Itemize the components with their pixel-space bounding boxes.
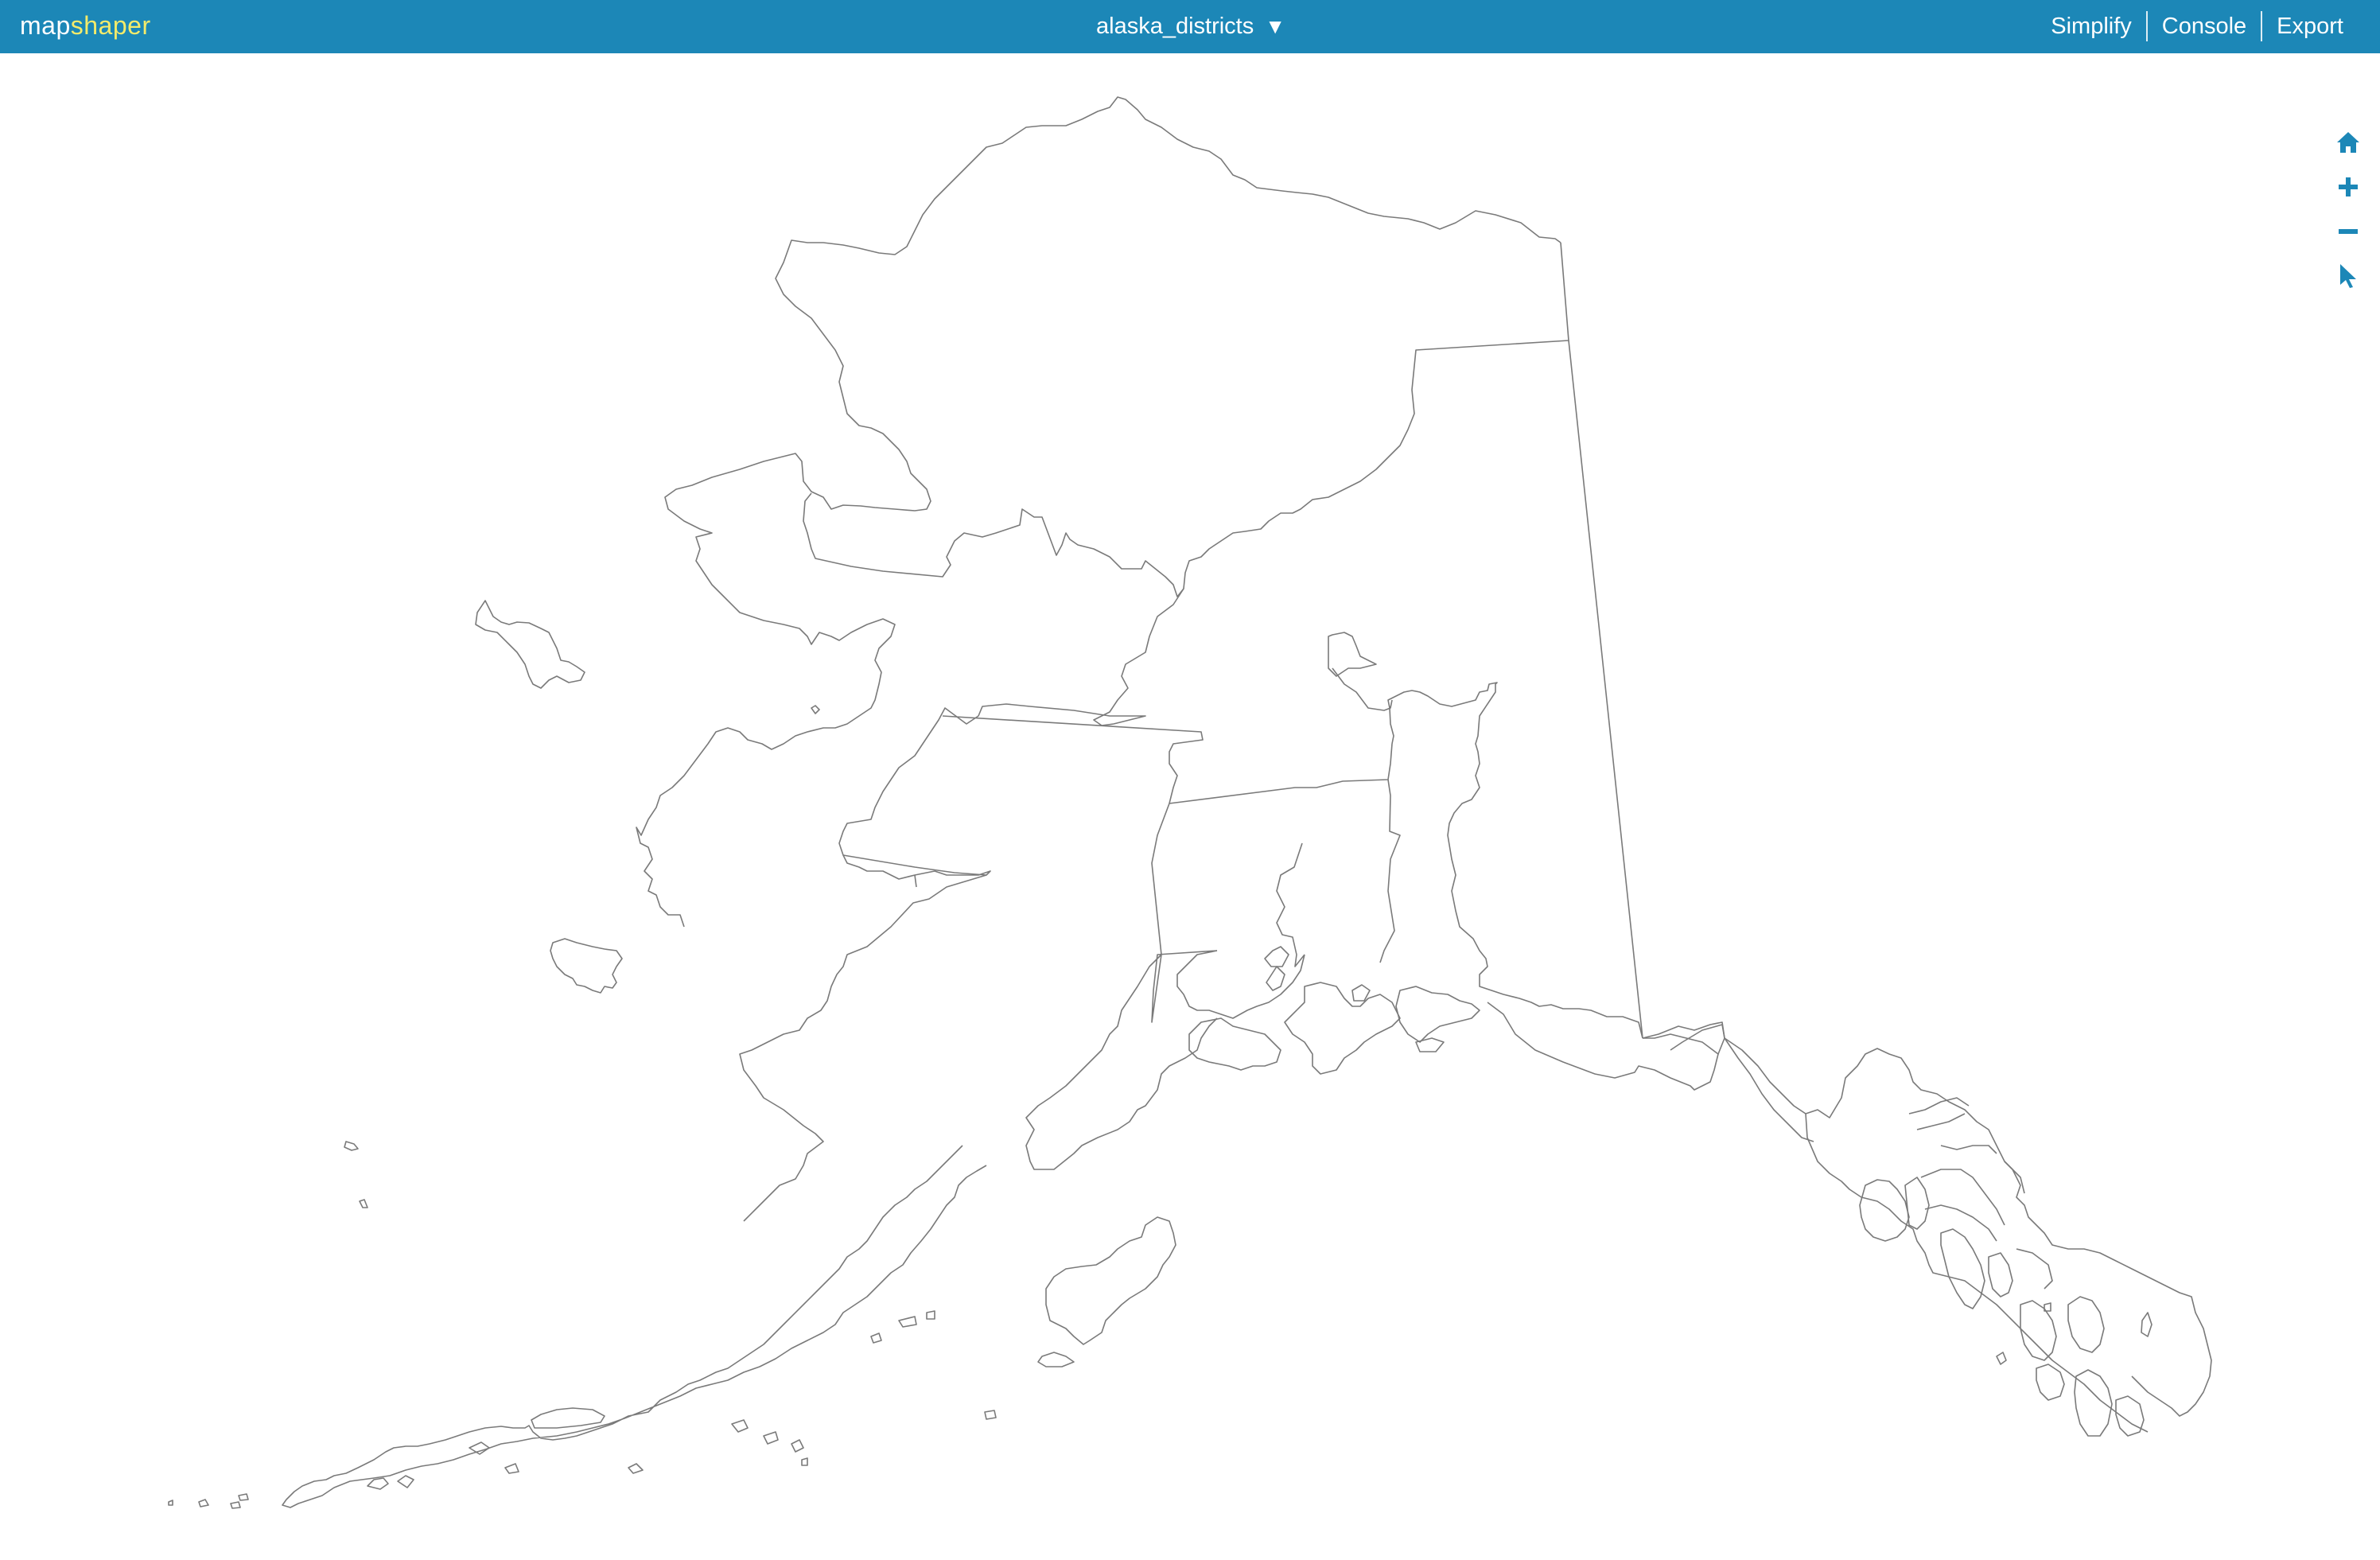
island-shape — [1859, 1179, 1910, 1242]
island-shape — [1904, 1177, 1930, 1230]
home-button[interactable] — [2334, 125, 2362, 160]
district-boundary — [1916, 1113, 1966, 1130]
district-boundary — [1908, 1097, 1970, 1115]
island-shape — [811, 705, 820, 714]
chevron-down-icon: ▼ — [1265, 14, 1285, 38]
district-boundary — [1276, 842, 1305, 967]
district-shape — [1395, 986, 1480, 1043]
district-boundary — [1920, 1169, 2005, 1226]
alaska-districts-map[interactable] — [0, 53, 2380, 1556]
island-shape — [367, 1477, 389, 1490]
simplify-button[interactable]: Simplify — [2036, 11, 2146, 41]
island-shape — [1045, 1216, 1176, 1345]
island-shape — [1988, 1252, 2013, 1297]
main-nav: Simplify Console Export — [2036, 11, 2358, 41]
select-tool-button[interactable] — [2334, 259, 2362, 294]
district-boundary — [1351, 984, 1371, 1002]
island-shape — [791, 1439, 804, 1453]
district-boundary — [1264, 946, 1289, 967]
district-boundary — [1924, 1204, 1997, 1242]
district-boundary — [803, 242, 1569, 597]
district-shape — [1642, 1021, 2212, 1417]
island-shape — [801, 1457, 808, 1466]
district-shape — [1284, 982, 1401, 1075]
zoom-out-button[interactable] — [2334, 214, 2362, 249]
district-boundary — [1568, 340, 1643, 1039]
island-shape — [1996, 1352, 2007, 1365]
district-boundary — [838, 588, 1184, 880]
map-tools — [2334, 125, 2362, 303]
island-shape — [2074, 1369, 2113, 1437]
island-shape — [926, 1310, 935, 1320]
district-shape — [282, 1145, 987, 1508]
district-boundary — [739, 854, 987, 1222]
district-boundary — [1940, 1145, 1997, 1154]
logo-text-map: map — [20, 11, 71, 40]
island-shape — [238, 1493, 249, 1501]
island-shape — [397, 1475, 414, 1488]
zoom-in-icon — [2339, 177, 2358, 196]
top-bar: mapshaper alaska_districts ▼ Simplify Co… — [0, 0, 2380, 53]
district-boundary — [2016, 1248, 2053, 1290]
island-shape — [2115, 1395, 2145, 1437]
island-shape — [198, 1499, 209, 1507]
district-boundary — [1332, 667, 1393, 711]
zoom-in-button[interactable] — [2334, 169, 2362, 204]
district-boundary — [2004, 1161, 2025, 1194]
layer-selector[interactable]: alaska_districts ▼ — [1096, 11, 1285, 41]
logo-text-shaper: shaper — [70, 11, 151, 40]
district-boundary — [1266, 966, 1285, 991]
island-shape — [531, 1407, 605, 1429]
island-shape — [2141, 1312, 2152, 1337]
district-shape — [636, 96, 1561, 928]
district-boundary — [1151, 950, 1218, 1023]
district-boundary — [1379, 779, 1401, 963]
export-button[interactable]: Export — [2262, 11, 2358, 41]
district-boundary — [914, 874, 917, 888]
island-shape — [731, 1419, 749, 1433]
district-boundary — [1415, 1037, 1445, 1052]
island-shape — [230, 1501, 241, 1509]
district-shape — [1724, 1037, 1814, 1142]
island-shape — [469, 1441, 490, 1455]
island-shape — [984, 1410, 997, 1420]
island-shape — [2067, 1296, 2105, 1353]
island-shape — [763, 1431, 779, 1445]
select-pointer-icon — [2340, 264, 2356, 288]
island-shape — [168, 1500, 173, 1506]
island-shape — [359, 1199, 368, 1208]
district-shape — [1025, 954, 1218, 1170]
console-button[interactable]: Console — [2148, 11, 2261, 41]
island-shape — [550, 938, 623, 994]
district-boundary — [1169, 743, 1393, 804]
zoom-out-icon — [2339, 229, 2358, 234]
island-shape — [504, 1463, 519, 1474]
district-shape — [1188, 1017, 1281, 1071]
island-shape — [628, 1463, 644, 1474]
district-boundary — [942, 715, 1204, 955]
mapshaper-logo[interactable]: mapshaper — [20, 10, 151, 41]
island-shape — [1037, 1352, 1075, 1367]
island-shape — [870, 1332, 882, 1344]
district-boundary — [1328, 632, 1377, 677]
island-shape — [1940, 1228, 1985, 1309]
island-shape — [475, 600, 585, 689]
map-canvas[interactable] — [0, 53, 2380, 1556]
home-icon — [2337, 132, 2359, 153]
island-shape — [898, 1316, 917, 1328]
island-shape — [2036, 1364, 2065, 1401]
island-shape — [344, 1141, 359, 1151]
layer-name: alaska_districts — [1096, 14, 1254, 39]
district-boundary — [1387, 682, 1643, 1039]
district-boundary — [1805, 1113, 2149, 1433]
